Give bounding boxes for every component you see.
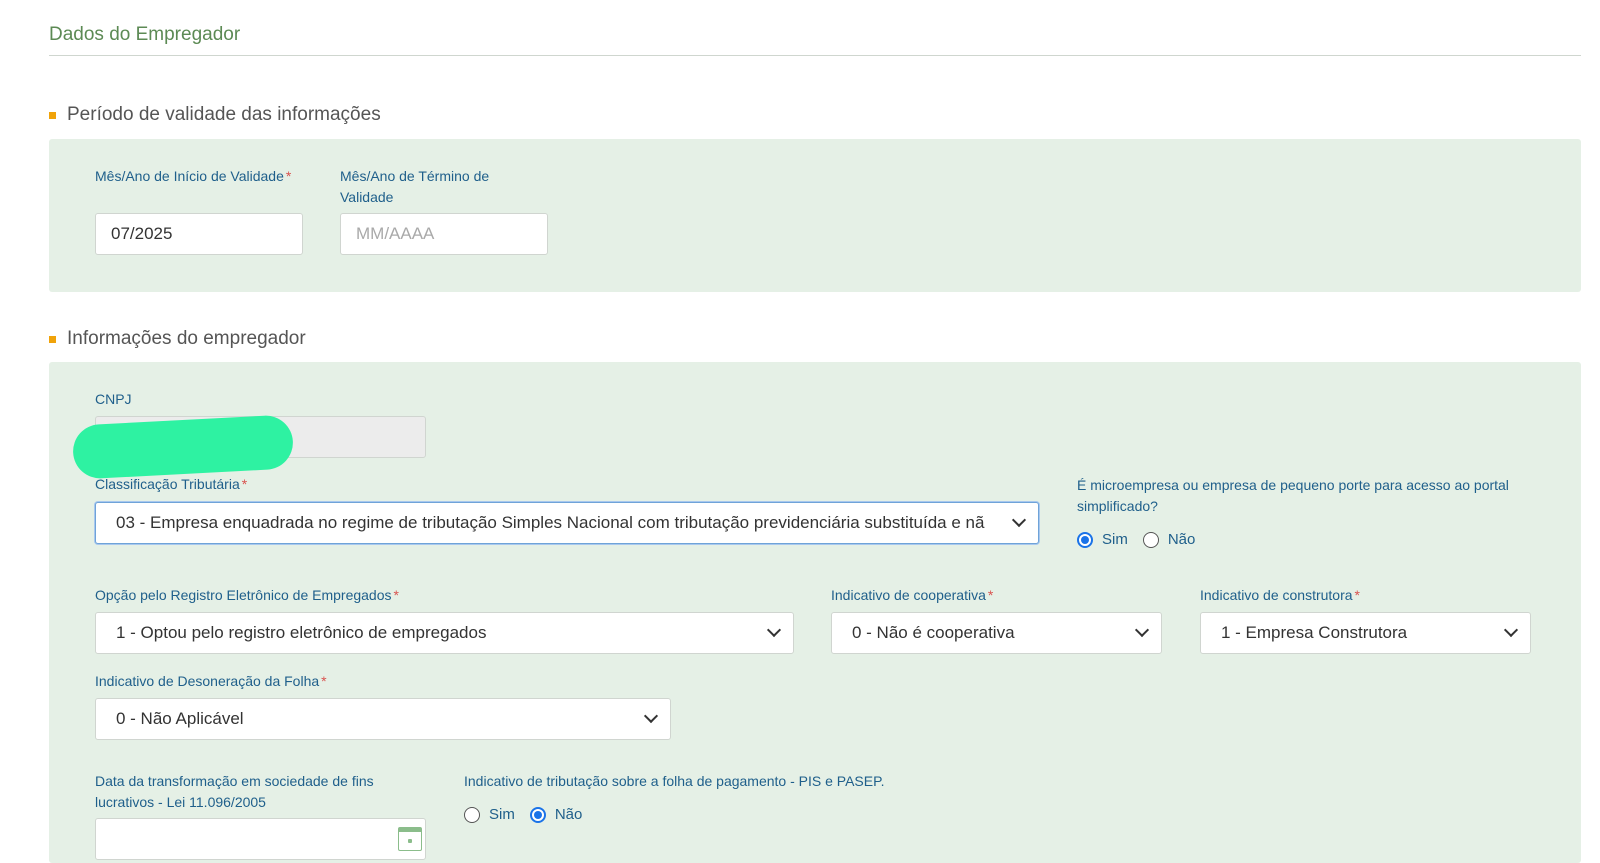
section-title-employer-text: Informações do empregador	[67, 328, 306, 349]
calendar-icon[interactable]	[398, 827, 422, 851]
required-marker: *	[285, 168, 292, 184]
pis-pasep-no-label: Não	[554, 806, 583, 823]
required-marker: *	[321, 673, 327, 689]
payroll-relief-select[interactable]: 0 - Não Aplicável	[95, 698, 671, 740]
pis-pasep-no-radio[interactable]	[529, 806, 546, 823]
micro-radio-group: Sim Não	[1077, 531, 1210, 548]
section-title-validity-text: Período de validade das informações	[67, 104, 381, 125]
micro-yes-radio[interactable]	[1077, 531, 1093, 548]
electronic-reg-label: Opção pelo Registro Eletrônico de Empreg…	[95, 585, 399, 606]
pis-pasep-yes-label: Sim	[489, 806, 515, 823]
builder-label-text: Indicativo de construtora	[1200, 587, 1353, 603]
coop-label: Indicativo de cooperativa *	[831, 585, 993, 606]
transform-date-input[interactable]	[95, 818, 426, 860]
square-bullet-icon	[49, 335, 56, 343]
coop-label-text: Indicativo de cooperativa	[831, 587, 986, 603]
square-bullet-icon	[49, 111, 56, 119]
micro-no-radio[interactable]	[1142, 531, 1159, 548]
builder-select[interactable]: 1 - Empresa Construtora	[1200, 612, 1531, 654]
chevron-down-icon	[1503, 622, 1519, 638]
end-validity-label: Mês/Ano de Término de Validade	[340, 168, 490, 205]
builder-value: 1 - Empresa Construtora	[1221, 623, 1408, 642]
electronic-reg-label-text: Opção pelo Registro Eletrônico de Empreg…	[95, 587, 392, 603]
redaction-mark	[71, 414, 295, 480]
chevron-down-icon	[643, 708, 659, 724]
required-marker: *	[987, 587, 994, 603]
pis-pasep-radio-group: Sim Não	[464, 806, 597, 823]
required-marker: *	[1354, 587, 1360, 603]
coop-value: 0 - Não é cooperativa	[852, 623, 1015, 642]
micro-label: É microempresa ou empresa de pequeno por…	[1077, 477, 1509, 514]
electronic-reg-select[interactable]: 1 - Optou pelo registro eletrônico de em…	[95, 612, 794, 654]
chevron-down-icon	[1134, 622, 1150, 638]
transform-date-label: Data da transformação em sociedade de fi…	[95, 771, 425, 813]
pis-pasep-yes-radio[interactable]	[464, 806, 480, 823]
transform-date-label-line1: Data da transformação em sociedade de fi…	[95, 773, 374, 789]
coop-select[interactable]: 0 - Não é cooperativa	[831, 612, 1162, 654]
start-validity-label-text: Mês/Ano de Início de Validade	[95, 168, 284, 184]
payroll-relief-label: Indicativo de Desoneração da Folha *	[95, 671, 327, 692]
builder-label: Indicativo de construtora *	[1200, 585, 1360, 606]
electronic-reg-value: 1 - Optou pelo registro eletrônico de em…	[116, 623, 487, 642]
section-title-employer: Informações do empregador	[49, 328, 306, 350]
required-marker: *	[393, 587, 399, 603]
tax-class-select[interactable]: 03 - Empresa enquadrada no regime de tri…	[95, 502, 1039, 544]
start-validity-input[interactable]	[95, 213, 303, 255]
required-marker: *	[241, 476, 248, 492]
tax-class-value: 03 - Empresa enquadrada no regime de tri…	[116, 513, 985, 532]
micro-no-label: Não	[1167, 531, 1196, 548]
chevron-down-icon	[1011, 512, 1027, 528]
end-validity-input[interactable]	[340, 213, 548, 255]
page-title: Dados do Empregador	[49, 24, 241, 45]
start-validity-label: Mês/Ano de Início de Validade *	[95, 166, 295, 187]
pis-pasep-label: Indicativo de tributação sobre a folha d…	[464, 773, 885, 789]
page-header: Dados do Empregador	[49, 24, 1581, 56]
section-title-validity: Período de validade das informações	[49, 104, 381, 126]
payroll-relief-value: 0 - Não Aplicável	[116, 709, 244, 728]
chevron-down-icon	[766, 622, 782, 638]
cnpj-label: CNPJ	[95, 391, 132, 407]
tax-class-label-text: Classificação Tributária	[95, 476, 240, 492]
transform-date-label-line2: lucrativos - Lei 11.096/2005	[95, 794, 266, 810]
micro-yes-label: Sim	[1102, 531, 1128, 548]
payroll-relief-label-text: Indicativo de Desoneração da Folha	[95, 673, 320, 689]
